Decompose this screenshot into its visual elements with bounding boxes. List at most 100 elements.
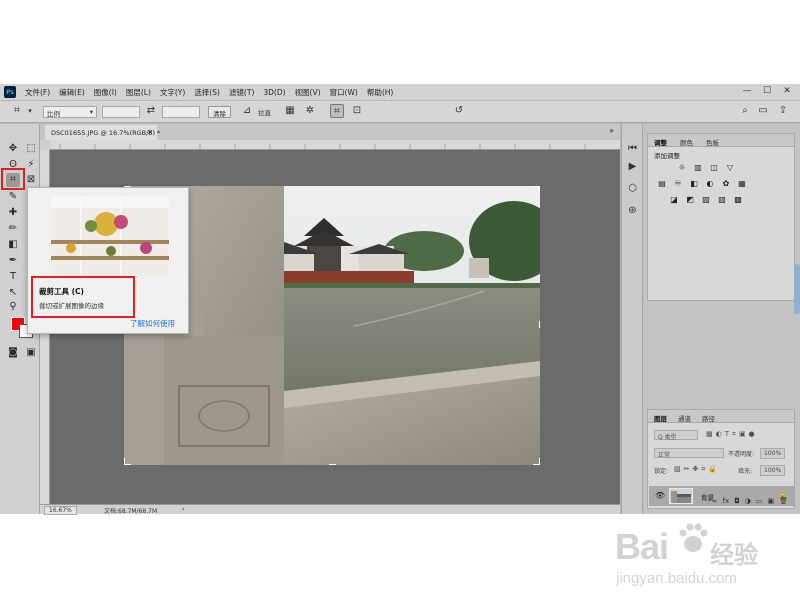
- invert-icon[interactable]: ◪: [668, 195, 680, 205]
- content-aware-icon[interactable]: ⊡: [350, 104, 364, 118]
- curves-icon[interactable]: ◫: [708, 163, 720, 173]
- crop-handle-bottom-left[interactable]: [124, 458, 131, 465]
- crop-handle-bottom-right[interactable]: [533, 458, 540, 465]
- menu-select[interactable]: 选择(S): [194, 87, 220, 98]
- frame-tool-icon[interactable]: ⊠: [24, 173, 38, 187]
- vibrance-icon[interactable]: ▤: [656, 179, 668, 189]
- search-icon[interactable]: ⌕: [738, 104, 752, 118]
- tab-paths[interactable]: 路径: [702, 413, 715, 423]
- chevron-down-icon: ▾: [89, 108, 93, 116]
- brush-tool-icon[interactable]: ✏: [6, 222, 20, 236]
- lock-icons[interactable]: ▨✏✥⌗🔒: [674, 465, 720, 474]
- menu-type[interactable]: 文字(Y): [160, 87, 185, 98]
- menu-filter[interactable]: 滤镜(T): [229, 87, 254, 98]
- tab-swatches[interactable]: 色板: [706, 137, 719, 147]
- adjustment-layer-icon[interactable]: ◑: [745, 497, 751, 505]
- screenshot-stage: Ps 文件(F) 编辑(E) 图像(I) 图层(L) 文字(Y) 选择(S) 滤…: [0, 0, 800, 600]
- menu-3d[interactable]: 3D(D): [263, 88, 285, 97]
- threshold-icon[interactable]: ▨: [700, 195, 712, 205]
- close-button[interactable]: ✕: [780, 86, 794, 96]
- crop-handle-bottom-middle[interactable]: [329, 458, 336, 465]
- healing-brush-icon[interactable]: ✚: [6, 206, 20, 220]
- tab-adjustments[interactable]: 调整: [654, 137, 667, 147]
- straighten-label[interactable]: 拉直: [258, 107, 271, 117]
- history-icon[interactable]: ⏮: [626, 142, 639, 155]
- straighten-icon[interactable]: ⊿: [240, 104, 254, 118]
- posterize-icon[interactable]: ◩: [684, 195, 696, 205]
- properties-icon[interactable]: ⊛: [626, 204, 639, 217]
- grid-overlay-icon[interactable]: ▦: [283, 104, 297, 118]
- tab-channels[interactable]: 通道: [678, 413, 691, 423]
- actions-play-icon[interactable]: ▶: [626, 160, 639, 173]
- fill-field[interactable]: 100%: [760, 465, 786, 476]
- height-input[interactable]: [162, 106, 200, 118]
- reset-icon[interactable]: ↺: [452, 104, 466, 118]
- move-tool-icon[interactable]: ✥: [6, 142, 20, 156]
- layer-filter-select[interactable]: Q 类型: [654, 430, 698, 441]
- swap-icon[interactable]: ⇄: [144, 104, 158, 118]
- color-balance-icon[interactable]: ◧: [688, 179, 700, 189]
- menu-image[interactable]: 图像(I): [94, 87, 117, 98]
- crop-handle-top-right[interactable]: [533, 186, 540, 193]
- photo-filter-icon[interactable]: ✿: [720, 179, 732, 189]
- menu-help[interactable]: 帮助(H): [367, 87, 394, 98]
- magic-wand-icon[interactable]: ⚡: [24, 158, 38, 172]
- type-tool-icon[interactable]: T: [6, 270, 20, 284]
- selective-color-icon[interactable]: ▩: [732, 195, 744, 205]
- 3d-icon[interactable]: ⬡: [626, 182, 639, 195]
- ratio-select[interactable]: 比例 ▾: [43, 106, 97, 118]
- menu-window[interactable]: 窗口(W): [330, 87, 358, 98]
- black-white-icon[interactable]: ◐: [704, 179, 716, 189]
- gear-icon[interactable]: ✲: [303, 104, 317, 118]
- pen-tool-icon[interactable]: ✒: [6, 254, 20, 268]
- clear-button[interactable]: 清除: [208, 106, 231, 118]
- panel-scroll-handle[interactable]: [794, 264, 800, 314]
- layer-mask-icon[interactable]: ◘: [734, 497, 740, 505]
- fx-icon[interactable]: fx: [723, 497, 730, 505]
- close-icon[interactable]: ×: [147, 128, 153, 136]
- chevron-down-icon[interactable]: ▾: [23, 104, 37, 118]
- tab-layers[interactable]: 图层: [654, 413, 667, 423]
- new-layer-icon[interactable]: ▣: [767, 497, 774, 505]
- lock-label: 锁定:: [654, 468, 669, 475]
- opacity-field[interactable]: 100%: [760, 448, 786, 459]
- hue-saturation-icon[interactable]: ♾: [672, 179, 684, 189]
- crop-handle-right-middle[interactable]: [533, 321, 540, 328]
- link-layers-icon[interactable]: ∞: [712, 497, 718, 505]
- workspace-icon[interactable]: ▭: [756, 104, 770, 118]
- tab-color[interactable]: 颜色: [680, 137, 693, 147]
- learn-how-link[interactable]: 了解如何使用: [130, 318, 175, 329]
- layer-filter-icons[interactable]: ▩◐T⌗▣●: [706, 430, 758, 439]
- marquee-tool-icon[interactable]: ⬚: [24, 142, 38, 156]
- quick-mask-icon[interactable]: ◙: [6, 346, 20, 360]
- zoom-level[interactable]: 16.67%: [44, 506, 77, 515]
- zoom-tool-icon[interactable]: ⚲: [6, 300, 20, 314]
- right-panels: 调整 颜色 色板 添加调整 ☼ ▥ ◫ ▽ ▤ ♾ ◧ ◐ ✿ ▦ ◪ ◩ ▨ …: [643, 124, 800, 514]
- screen-mode-icon[interactable]: ▣: [24, 346, 38, 360]
- blend-mode-select[interactable]: 正常: [654, 448, 724, 459]
- path-select-icon[interactable]: ↖: [6, 286, 20, 300]
- document-tab[interactable]: DSC01655.JPG @ 16.7%(RGB/8) * ×: [45, 125, 160, 140]
- trash-icon[interactable]: 🗑: [779, 497, 788, 505]
- levels-icon[interactable]: ▥: [692, 163, 704, 173]
- menu-edit[interactable]: 编辑(E): [59, 87, 85, 98]
- exposure-icon[interactable]: ▽: [724, 163, 736, 173]
- menu-view[interactable]: 视图(V): [295, 87, 321, 98]
- share-icon[interactable]: ⇪: [776, 104, 790, 118]
- channel-mixer-icon[interactable]: ▦: [736, 179, 748, 189]
- brightness-icon[interactable]: ☼: [676, 163, 688, 173]
- crop-preset-icon[interactable]: ⌗: [10, 104, 24, 118]
- status-chevron-icon[interactable]: ›: [182, 505, 185, 513]
- delete-cropped-icon[interactable]: ⌗: [330, 104, 344, 118]
- panel-collapse-icon[interactable]: »: [609, 126, 614, 135]
- minimize-button[interactable]: —: [740, 86, 754, 96]
- menu-file[interactable]: 文件(F): [25, 87, 50, 98]
- ruler-ticks: [59, 144, 586, 150]
- eyedropper-icon[interactable]: ✎: [6, 190, 20, 204]
- gradient-map-icon[interactable]: ▧: [716, 195, 728, 205]
- eraser-tool-icon[interactable]: ◧: [6, 238, 20, 252]
- menu-layer[interactable]: 图层(L): [126, 87, 151, 98]
- group-icon[interactable]: ▭: [756, 497, 763, 505]
- maximize-button[interactable]: ☐: [760, 86, 774, 96]
- width-input[interactable]: [102, 106, 140, 118]
